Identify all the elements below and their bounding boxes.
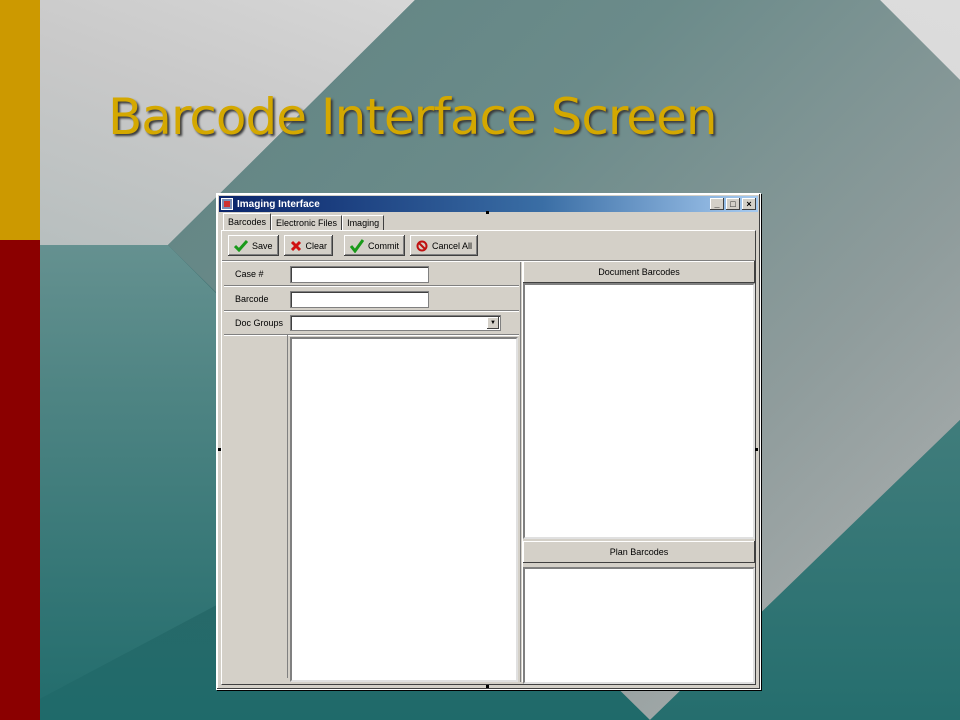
save-button[interactable]: Save xyxy=(228,235,279,256)
minimize-button[interactable]: _ xyxy=(710,198,724,210)
case-label: Case # xyxy=(235,269,264,279)
window-titlebar[interactable]: Imaging Interface _ □ × xyxy=(219,196,758,212)
tab-imaging[interactable]: Imaging xyxy=(342,215,385,230)
barcode-text-area[interactable] xyxy=(290,337,518,682)
doc-groups-row: Doc Groups ▼ xyxy=(224,311,519,335)
resize-handle-left[interactable] xyxy=(218,448,221,451)
resize-handle-right[interactable] xyxy=(755,448,758,451)
barcode-entry-form: Case # Barcode Doc Groups ▼ xyxy=(224,262,519,682)
barcode-input[interactable] xyxy=(290,291,429,308)
green-check-icon xyxy=(234,239,248,252)
label-gutter xyxy=(224,335,288,678)
resize-handle-top[interactable] xyxy=(486,211,489,214)
accent-bar-red xyxy=(0,240,40,720)
barcode-row: Barcode xyxy=(224,287,519,311)
accent-bar-gold xyxy=(0,0,40,240)
case-row: Case # xyxy=(224,262,519,286)
resize-handle-bottom[interactable] xyxy=(486,685,489,688)
tab-barcodes[interactable]: Barcodes xyxy=(223,213,272,230)
imaging-interface-window: Imaging Interface _ □ × Barcodes Electro… xyxy=(216,193,761,690)
case-number-input[interactable] xyxy=(290,266,429,283)
clear-button[interactable]: Clear xyxy=(283,235,334,256)
no-entry-icon xyxy=(416,240,428,251)
commit-button[interactable]: Commit xyxy=(344,235,406,256)
plan-barcodes-header[interactable]: Plan Barcodes xyxy=(523,541,755,563)
chevron-down-icon[interactable]: ▼ xyxy=(487,317,499,329)
clear-button-label: Clear xyxy=(305,240,328,251)
document-barcodes-header[interactable]: Document Barcodes xyxy=(523,261,755,283)
window-title: Imaging Interface xyxy=(237,198,320,210)
barcode-lists-panel: Document Barcodes Plan Barcodes xyxy=(523,261,755,684)
document-barcodes-list[interactable] xyxy=(523,283,755,539)
doc-groups-label: Doc Groups xyxy=(235,318,284,328)
save-button-label: Save xyxy=(252,240,273,251)
doc-groups-select[interactable]: ▼ xyxy=(290,315,501,331)
barcode-label: Barcode xyxy=(235,294,269,304)
green-check-icon xyxy=(350,238,365,253)
cancel-all-button[interactable]: Cancel All xyxy=(410,235,479,256)
close-button[interactable]: × xyxy=(742,198,756,210)
tab-strip: Barcodes Electronic Files Imaging xyxy=(223,213,385,230)
slide-title: Barcode Interface Screen xyxy=(108,88,718,146)
cancel-all-button-label: Cancel All xyxy=(432,240,473,251)
red-x-icon xyxy=(290,240,301,251)
tab-electronic-files[interactable]: Electronic Files xyxy=(271,215,343,230)
maximize-button[interactable]: □ xyxy=(726,198,740,210)
toolbar: Save Clear Commit Cancel All xyxy=(228,235,479,257)
plan-barcodes-list[interactable] xyxy=(523,567,755,684)
barcodes-tab-panel: Save Clear Commit Cancel All Case # Barc… xyxy=(221,230,756,685)
commit-button-label: Commit xyxy=(368,240,400,251)
app-icon xyxy=(221,198,233,210)
